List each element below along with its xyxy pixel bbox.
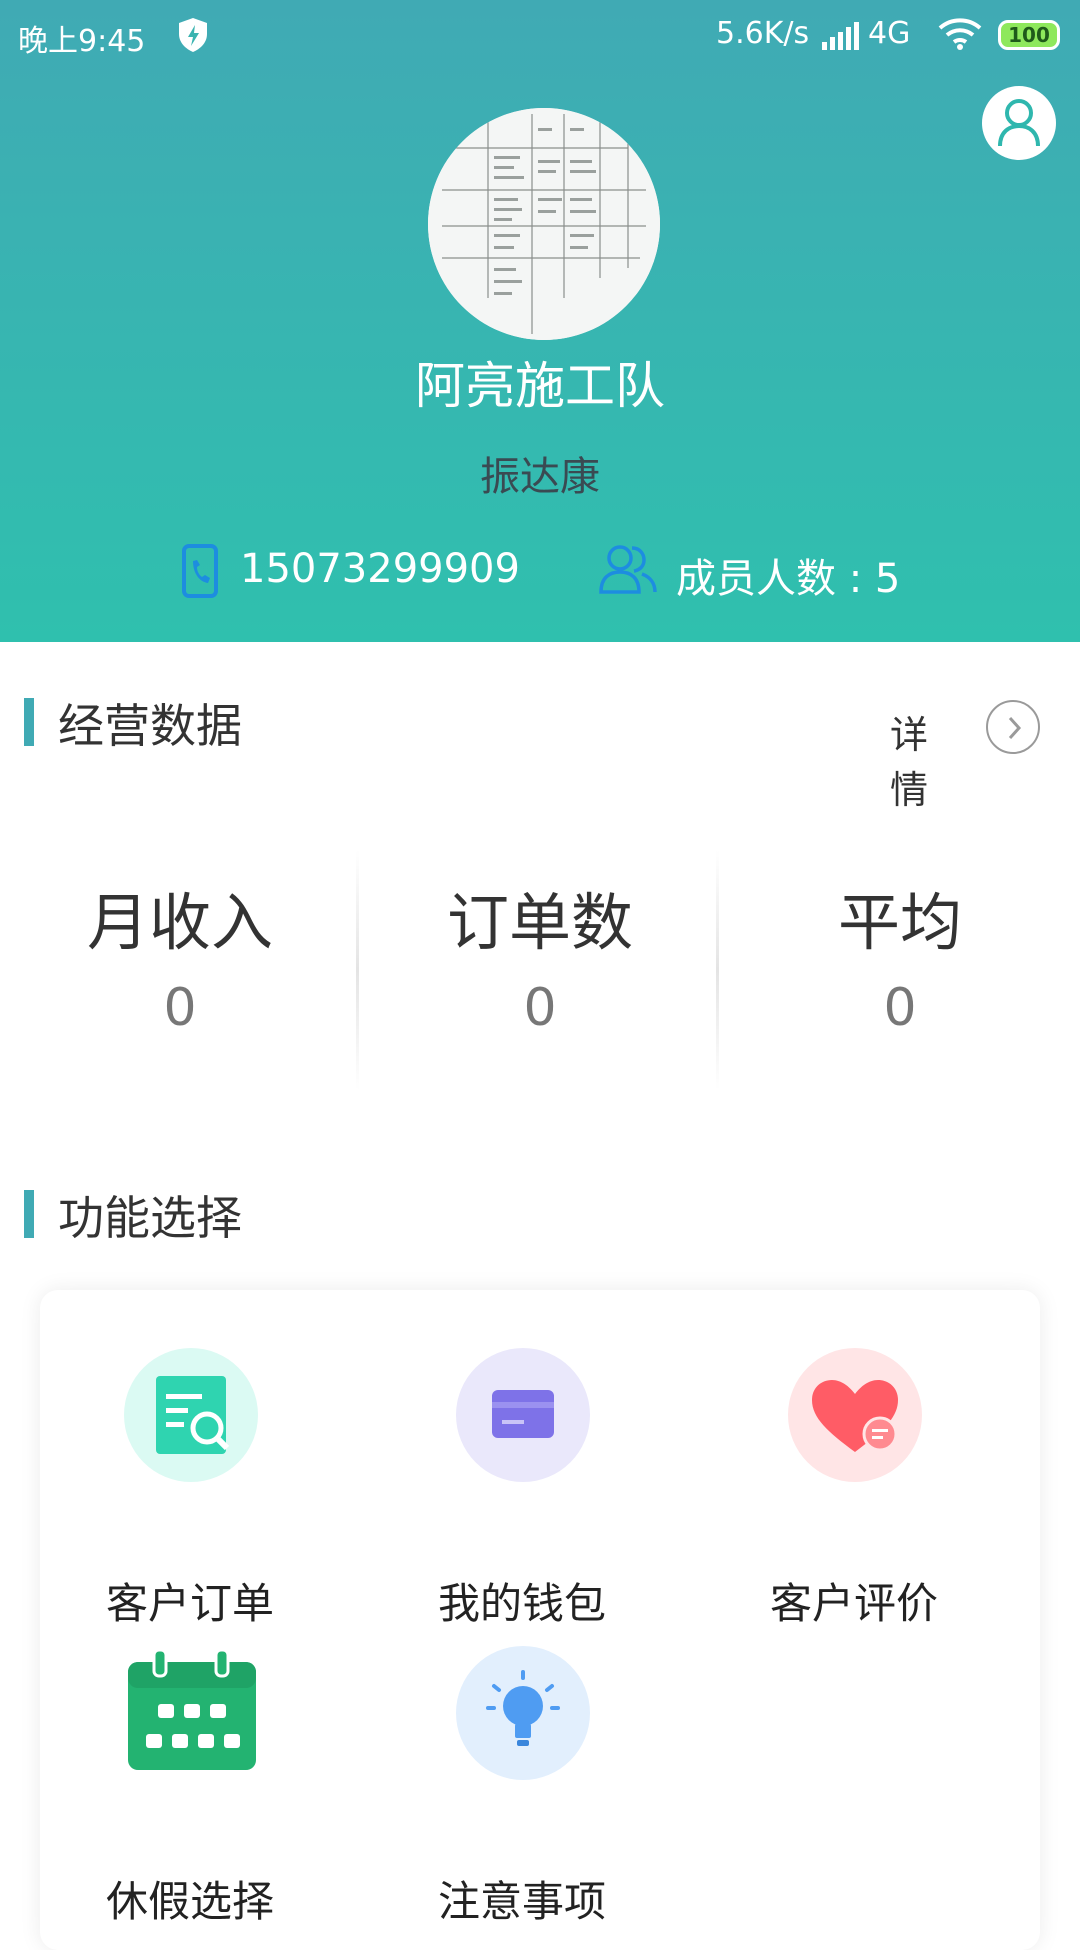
user-profile-button[interactable]: [982, 86, 1056, 160]
signal-icon: [822, 22, 862, 58]
stat-value: 0: [163, 978, 197, 1038]
member-count: 成员人数 : 5: [676, 556, 901, 602]
section-marker: [24, 1190, 34, 1238]
business-data-title: 经营数据: [58, 699, 242, 753]
avatar-image: [428, 108, 660, 340]
my-wallet-button[interactable]: 我的钱包: [372, 1348, 672, 1628]
section-marker: [24, 698, 34, 746]
vacation-select-button[interactable]: 休假选择: [40, 1646, 340, 1926]
phone-icon: [180, 544, 220, 602]
function-grid: 客户订单 我的钱包 客户评价 休假选择 注意事项: [40, 1290, 1040, 1950]
team-name: 阿亮施工队: [415, 357, 665, 415]
user-icon: [998, 99, 1040, 147]
lightbulb-icon: [456, 1646, 590, 1780]
function-label: 我的钱包: [437, 1579, 606, 1628]
precautions-button[interactable]: 注意事项: [372, 1646, 672, 1926]
stat-monthly-income[interactable]: 月收入 0: [0, 820, 360, 1120]
battery-indicator: 100: [998, 20, 1060, 50]
status-time: 晚上9:45: [18, 24, 146, 59]
chevron-right-icon: [986, 700, 1040, 754]
leader-name: 振达康: [480, 454, 600, 500]
network-speed: 5.6K/s: [716, 16, 810, 51]
stat-value: 0: [883, 978, 917, 1038]
heart-comment-icon: [788, 1348, 922, 1482]
profile-header: 晚上9:45 5.6K/s 4G 100 阿亮施工队 振达康 150732999…: [0, 0, 1080, 642]
stat-average[interactable]: 平均 0: [720, 820, 1080, 1120]
stat-label: 订单数: [446, 886, 633, 959]
stat-divider: [716, 850, 719, 1090]
phone-number[interactable]: 15073299909: [240, 546, 520, 592]
function-label: 客户订单: [105, 1579, 274, 1628]
wifi-icon: [936, 18, 984, 58]
members-icon: [598, 542, 658, 600]
customer-reviews-button[interactable]: 客户评价: [704, 1348, 1004, 1628]
wallet-card-icon: [456, 1348, 590, 1482]
stat-divider: [356, 850, 359, 1090]
stat-label: 平均: [837, 886, 962, 959]
stat-value: 0: [523, 978, 557, 1038]
function-label: 客户评价: [769, 1579, 938, 1628]
business-stats: 月收入 0 订单数 0 平均 0: [0, 820, 1080, 1120]
stat-label: 月收入: [86, 886, 273, 959]
calendar-icon: [124, 1646, 258, 1780]
shield-icon: [176, 16, 210, 54]
order-search-icon: [124, 1348, 258, 1482]
stat-order-count[interactable]: 订单数 0: [360, 820, 720, 1120]
team-avatar[interactable]: [428, 108, 660, 340]
function-select-title: 功能选择: [58, 1191, 242, 1245]
customer-orders-button[interactable]: 客户订单: [40, 1348, 340, 1628]
network-type: 4G: [868, 16, 911, 51]
status-bar: 晚上9:45 5.6K/s 4G 100: [0, 0, 1080, 76]
details-label: 详情: [890, 713, 929, 812]
